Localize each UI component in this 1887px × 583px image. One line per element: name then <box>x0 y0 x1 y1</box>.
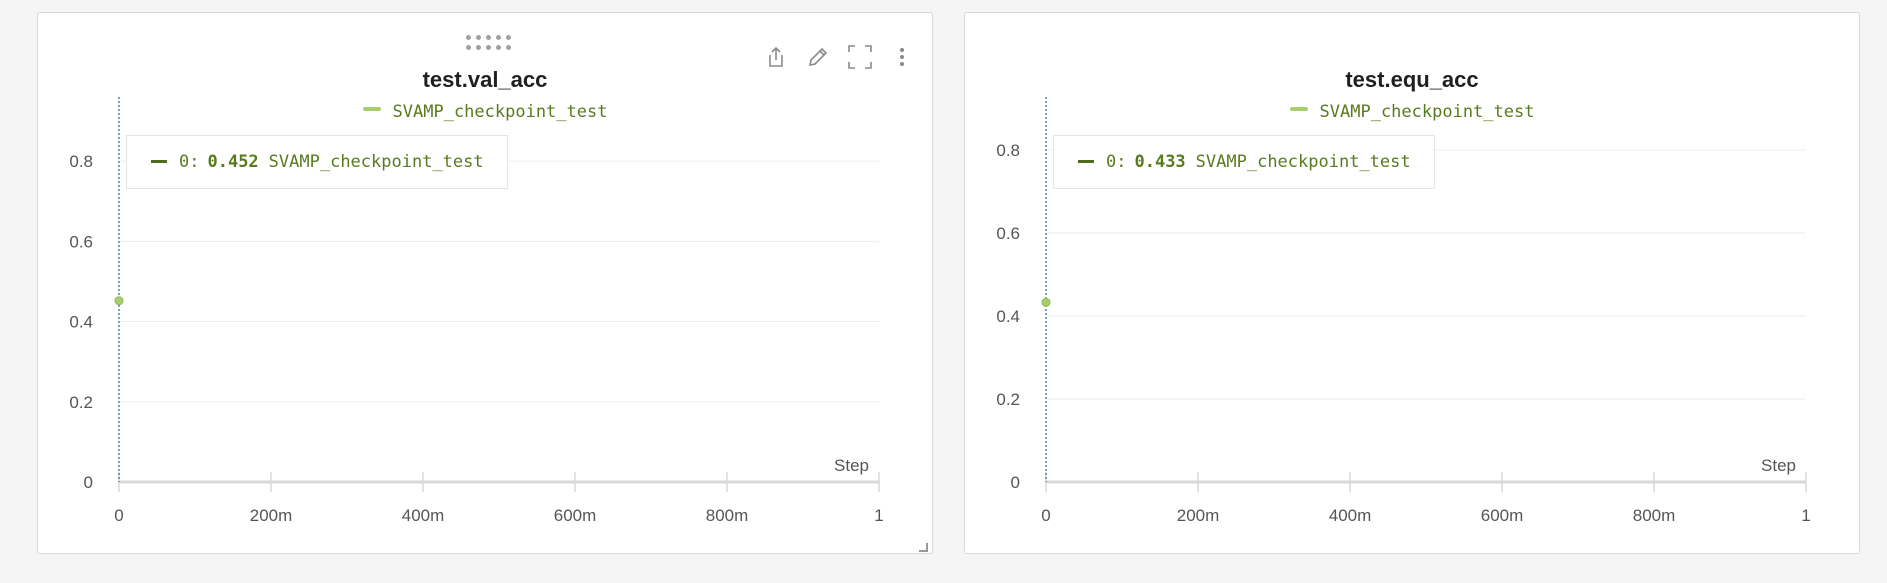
x-tick-label: 400m <box>402 506 445 525</box>
tooltip-value: 0.433 <box>1134 152 1186 172</box>
chart-panel-val-acc: test.val_acc SVAMP_checkpoint_test 0 0.2 0… <box>37 12 933 554</box>
x-tick-label: 600m <box>554 506 597 525</box>
y-tick-label: 0.6 <box>69 232 93 251</box>
x-tick-label: 0 <box>1041 506 1050 525</box>
chart-plot-area[interactable]: 0 0.2 0.4 0.6 0.8 0 200m 400m 600m 800m 1 Step <box>38 13 934 555</box>
x-tick-label: 200m <box>1177 506 1220 525</box>
hover-tooltip: 0: 0.433 SVAMP_checkpoint_test <box>1053 135 1435 189</box>
y-tick-label: 0.8 <box>69 152 93 171</box>
tooltip-series-name: SVAMP_checkpoint_test <box>1195 152 1411 172</box>
y-tick-label: 0 <box>84 473 93 492</box>
y-tick-label: 0.4 <box>996 307 1020 326</box>
x-tick-label: 800m <box>1633 506 1676 525</box>
x-tick-label: 0 <box>114 506 123 525</box>
chart-panel-equ-acc: test.equ_acc SVAMP_checkpoint_test 0 0.2 0… <box>964 12 1860 554</box>
y-tick-label: 0.8 <box>996 141 1020 160</box>
y-tick-label: 0.2 <box>996 390 1020 409</box>
x-tick-label: 1 <box>874 506 883 525</box>
tooltip-series-name: SVAMP_checkpoint_test <box>268 152 484 172</box>
x-axis-label: Step <box>834 456 869 475</box>
x-tick-label: 600m <box>1481 506 1524 525</box>
x-tick-label: 400m <box>1329 506 1372 525</box>
hover-tooltip: 0: 0.452 SVAMP_checkpoint_test <box>126 135 508 189</box>
tooltip-index: 0: <box>1106 152 1127 172</box>
y-tick-label: 0.6 <box>996 224 1020 243</box>
x-tick-label: 1 <box>1801 506 1810 525</box>
tooltip-swatch <box>151 159 167 163</box>
tooltip-index: 0: <box>179 152 200 172</box>
resize-handle-icon[interactable] <box>918 539 928 552</box>
data-point <box>1041 297 1051 307</box>
data-point <box>114 296 124 306</box>
y-tick-label: 0.2 <box>69 393 93 412</box>
x-tick-label: 800m <box>706 506 749 525</box>
x-axis-label: Step <box>1761 456 1796 475</box>
x-tick-label: 200m <box>250 506 293 525</box>
tooltip-swatch <box>1078 159 1094 163</box>
y-tick-label: 0 <box>1011 473 1020 492</box>
chart-plot-area[interactable]: 0 0.2 0.4 0.6 0.8 0 200m 400m 600m 800m 1 Step <box>965 13 1861 555</box>
y-tick-label: 0.4 <box>69 313 93 332</box>
tooltip-value: 0.452 <box>207 152 259 172</box>
